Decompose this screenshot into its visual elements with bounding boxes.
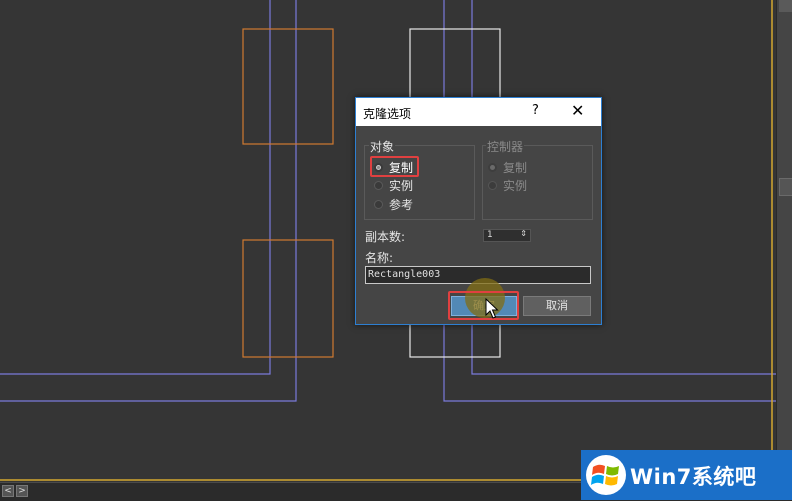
wall-outline-left-outer <box>0 0 297 402</box>
object-group-legend: 对象 <box>369 138 396 155</box>
help-icon[interactable]: ? <box>532 103 539 118</box>
spinner-arrows-icon[interactable]: ⇕ <box>520 229 527 238</box>
windows-logo-icon <box>586 455 626 495</box>
wall-outline-left-inner <box>0 0 271 375</box>
radio-reference[interactable]: 参考 <box>374 196 413 213</box>
controller-group-legend: 控制器 <box>486 138 525 155</box>
watermark-badge: Win7系统吧 <box>581 450 792 500</box>
radio-reference-label: 参考 <box>389 198 414 212</box>
panel-tab[interactable] <box>779 0 792 12</box>
rectangle-orange-bottom <box>242 239 334 358</box>
clone-options-dialog: 克隆选项 ? ✕ 对象 复制 实例 参考 控制器 复制 实例 副本数: 1 ⇕ … <box>355 97 602 325</box>
controller-radio-instance: 实例 <box>488 177 527 194</box>
dialog-titlebar[interactable]: 克隆选项 ? ✕ <box>356 98 601 126</box>
copies-label: 副本数: <box>365 230 406 244</box>
radio-instance[interactable]: 实例 <box>374 177 413 194</box>
copy-highlight-box <box>370 156 419 177</box>
panel-button[interactable] <box>779 178 792 196</box>
radio-unselected-icon <box>374 181 383 190</box>
rectangle-orange-top <box>242 28 334 145</box>
controller-instance-label: 实例 <box>503 179 528 193</box>
watermark-text: Win7系统吧 <box>630 465 757 489</box>
dialog-title: 克隆选项 <box>363 107 412 121</box>
cancel-button[interactable]: 取消 <box>523 296 591 316</box>
close-icon[interactable]: ✕ <box>571 101 584 120</box>
radio-disabled-selected-icon <box>488 163 497 172</box>
prev-frame-button[interactable]: < <box>2 485 14 497</box>
next-frame-button[interactable]: > <box>16 485 28 497</box>
name-label: 名称: <box>365 251 394 265</box>
radio-instance-label: 实例 <box>389 179 414 193</box>
controller-radio-copy: 复制 <box>488 159 527 176</box>
ok-highlight-box <box>448 291 519 320</box>
copies-value[interactable]: 1 <box>487 230 493 240</box>
radio-unselected-icon <box>374 200 383 209</box>
mouse-pointer-icon <box>485 298 499 319</box>
radio-disabled-icon <box>488 181 497 190</box>
command-panel-edge <box>776 0 792 500</box>
copies-spinner[interactable]: 1 ⇕ <box>483 229 531 242</box>
controller-copy-label: 复制 <box>503 161 528 175</box>
